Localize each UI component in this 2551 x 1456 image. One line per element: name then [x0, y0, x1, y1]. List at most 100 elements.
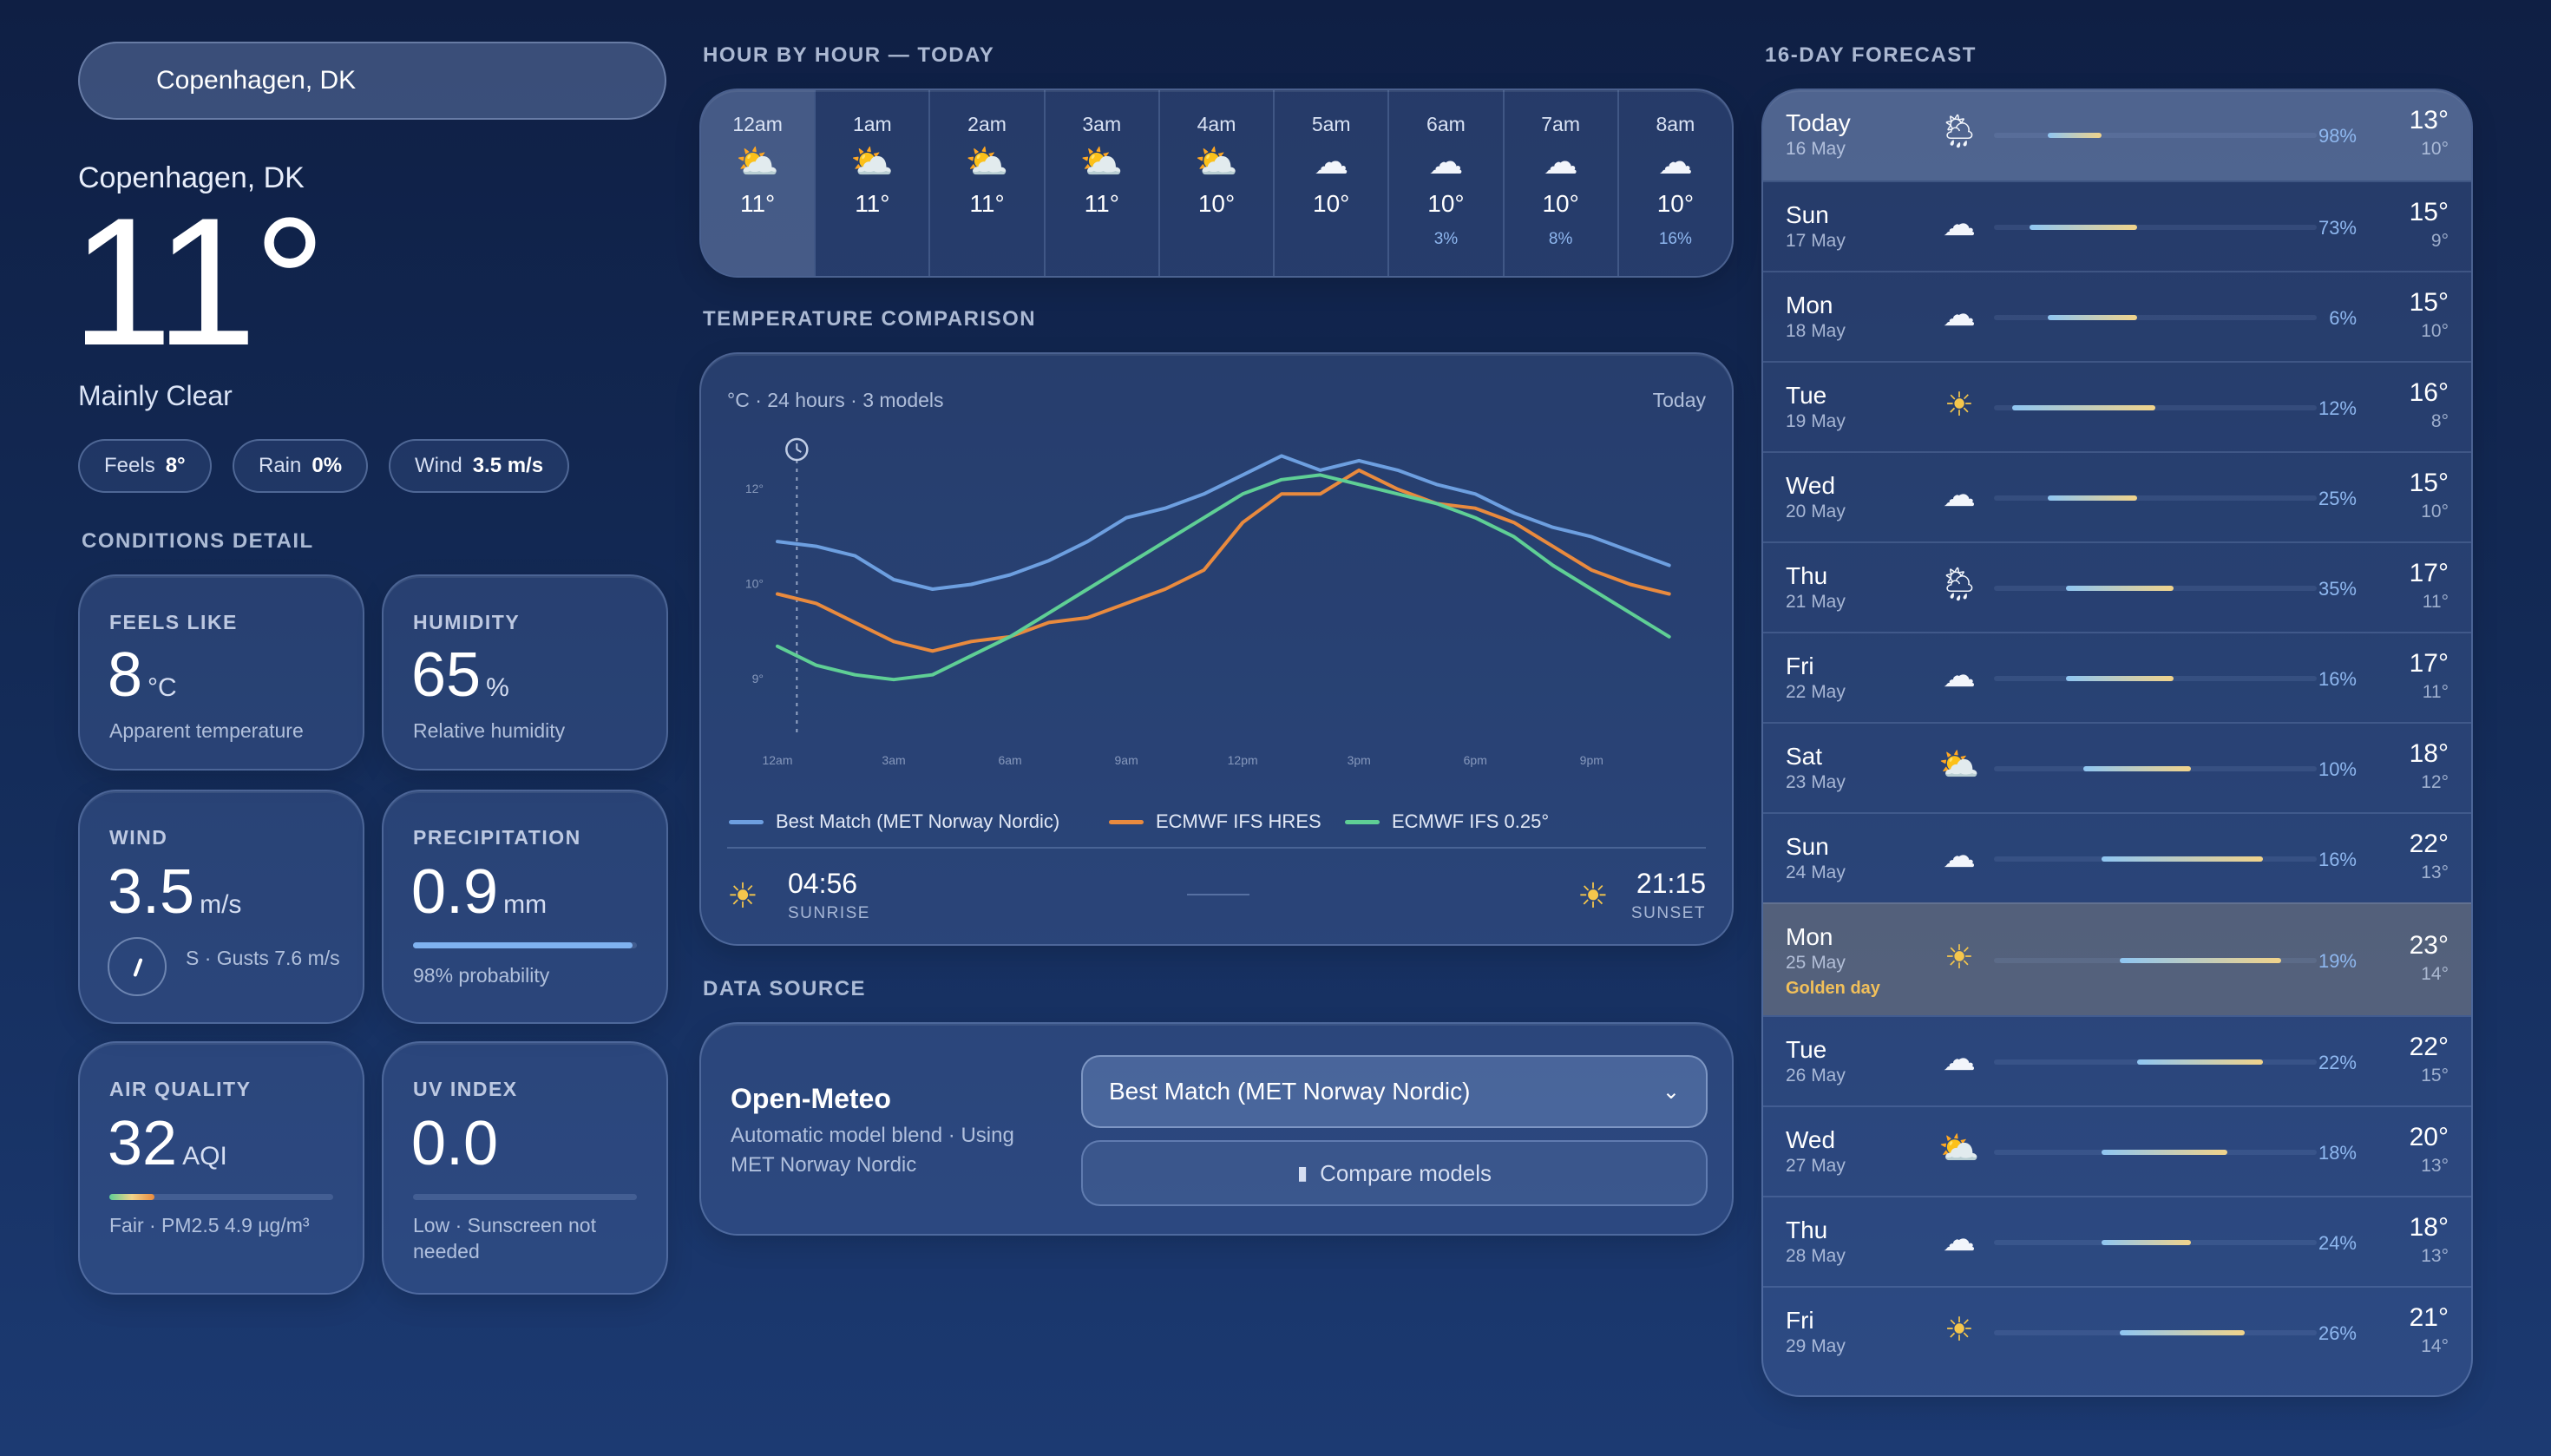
feels-like-value: 8	[108, 640, 143, 710]
rain-pill-value: 0%	[311, 454, 343, 477]
forecast-high: 23°	[2409, 931, 2449, 960]
forecast-day-row[interactable]: Sun 24 May ☁ 16% 22° 13°	[1763, 812, 2471, 902]
legend-item-ecmwf-hres: ECMWF IFS HRES	[1109, 810, 1321, 833]
forecast-day-row[interactable]: Tue 26 May ☁ 22% 22° 15°	[1763, 1015, 2471, 1105]
location-search-value: Copenhagen, DK	[156, 66, 357, 95]
rain-pill-label: Rain	[259, 454, 302, 477]
hour-temp: 10°	[1313, 190, 1350, 217]
wind-value: 3.5	[108, 857, 195, 927]
forecast-day-name: Fri	[1786, 653, 1814, 679]
forecast-day-row[interactable]: Thu 28 May ☁ 24% 18° 13°	[1763, 1196, 2471, 1286]
air-quality-sub: Fair · PM2.5 4.9 µg/m³	[109, 1214, 310, 1236]
air-quality-value-wrap: 32 AQI	[108, 1112, 227, 1175]
forecast-precip: 10%	[2318, 758, 2357, 780]
forecast-day-row[interactable]: Today 16 May 🌦 98% 13° 10°	[1763, 90, 2471, 180]
hour-temp: 11°	[739, 190, 776, 217]
air-quality-fill	[109, 1194, 154, 1200]
hour-column[interactable]: 1am ⛅ 11°	[814, 90, 928, 276]
forecast-day-name: Thu	[1786, 562, 1828, 589]
compare-models-label: Compare models	[1320, 1159, 1492, 1186]
partly-cloudy-icon: ⛅	[1079, 143, 1124, 181]
hourly-strip: 12am ⛅ 11° 1am ⛅ 11° 2am ⛅ 11° 3am ⛅ 11° 4am ⛅ 10° 5am ☁…	[699, 89, 1734, 278]
hour-column[interactable]: 3am ⛅ 11°	[1043, 90, 1158, 276]
forecast-range-bar	[2083, 766, 2192, 771]
forecast-day-name: Wed	[1786, 1126, 1836, 1153]
forecast-range-bar	[2030, 225, 2138, 230]
forecast-day-date: 23 May	[1786, 772, 1846, 792]
x-tick-label: 9am	[1115, 753, 1138, 767]
wind-direction-needle	[133, 957, 143, 978]
forecast-high: 22°	[2409, 1033, 2449, 1061]
forecast-day-row[interactable]: Fri 29 May ☀ 26% 21° 14°	[1763, 1286, 2471, 1376]
hour-precip: 8%	[1548, 230, 1573, 248]
partly-cloudy-icon: ⛅	[736, 143, 780, 181]
hour-column[interactable]: 5am ☁ 10°	[1273, 90, 1387, 276]
rain-pill: Rain 0%	[233, 439, 369, 493]
forecast-low: 11°	[2422, 592, 2449, 612]
forecast-range-bar	[2048, 315, 2138, 320]
humidity-unit: %	[486, 673, 509, 702]
forecast-range-bar	[2048, 133, 2102, 138]
feels-like-card: FEELS LIKE 8 °C Apparent temperature	[78, 574, 364, 771]
forecast-day-row[interactable]: Wed 27 May ⛅ 18% 20° 13°	[1763, 1105, 2471, 1196]
cloud-icon: ☁	[1943, 1222, 1976, 1258]
cloud-icon: ☁	[1314, 143, 1349, 181]
sun-icon: ☀	[1944, 387, 1975, 423]
data-source-description: Automatic model blend · Using MET Norway…	[731, 1124, 1014, 1177]
forecast-day-row[interactable]: Wed 20 May ☁ 25% 15° 10°	[1763, 451, 2471, 541]
forecast-day-row[interactable]: Tue 19 May ☀ 12% 16° 8°	[1763, 361, 2471, 451]
x-tick-label: 9pm	[1580, 753, 1603, 767]
hour-temp: 10°	[1656, 190, 1695, 217]
model-select[interactable]: Best Match (MET Norway Nordic) ⌄	[1081, 1055, 1708, 1128]
forecast-day-name: Fri	[1786, 1307, 1814, 1334]
wind-card: WIND 3.5 m/s S · Gusts 7.6 m/s	[78, 790, 364, 1024]
uv-index-track	[413, 1194, 637, 1200]
cloud-icon: ☁	[1943, 477, 1976, 514]
forecast-day-row[interactable]: Mon 25 May Golden day ☀ 19% 23° 14°	[1763, 902, 2471, 1015]
forecast-range-track	[1994, 1150, 2317, 1155]
forecast-day-row[interactable]: Thu 21 May 🌦 35% 17° 11°	[1763, 541, 2471, 632]
rain-cloud-icon: 🌦	[1938, 114, 1981, 150]
hour-column[interactable]: 7am ☁ 10° 8%	[1502, 90, 1617, 276]
chart-period: Today	[1652, 389, 1706, 411]
feels-like-unit: °C	[148, 673, 177, 702]
hour-column[interactable]: 8am ☁ 10° 16%	[1617, 90, 1732, 276]
chevron-down-icon: ⌄	[1662, 1079, 1680, 1104]
forecast-range-bar	[2102, 1240, 2192, 1245]
forecast-day-date: 17 May	[1786, 231, 1846, 251]
forecast-range-bar	[2048, 495, 2138, 501]
comparison-section-title: TEMPERATURE COMPARISON	[703, 307, 1037, 331]
legend-label-best-match: Best Match (MET Norway Nordic)	[776, 810, 1060, 832]
hour-temp: 10°	[1542, 190, 1579, 217]
hour-column[interactable]: 6am ☁ 10° 3%	[1387, 90, 1502, 276]
forecast-day-row[interactable]: Sat 23 May ⛅ 10% 18° 12°	[1763, 722, 2471, 812]
data-source-section-title: DATA SOURCE	[703, 977, 867, 1000]
forecast-low: 8°	[2430, 411, 2449, 431]
location-search-input[interactable]: Copenhagen, DK	[78, 42, 666, 120]
forecast-high: 18°	[2409, 1213, 2449, 1242]
x-tick-label: 6pm	[1464, 753, 1487, 767]
forecast-day-date: 16 May	[1786, 139, 1846, 159]
hour-column[interactable]: 2am ⛅ 11°	[928, 90, 1043, 276]
cloud-icon: ☁	[1943, 207, 1976, 243]
forecast-day-row[interactable]: Fri 22 May ☁ 16% 17° 11°	[1763, 632, 2471, 722]
partly-cloudy-icon: ⛅	[1938, 1131, 1980, 1167]
forecast-day-row[interactable]: Mon 18 May ☁ 6% 15° 10°	[1763, 271, 2471, 361]
forecast-day-row[interactable]: Sun 17 May ☁ 73% 15° 9°	[1763, 180, 2471, 271]
chart-subtitle: °C · 24 hours · 3 models	[727, 389, 944, 411]
forecast-range-track	[1994, 1240, 2317, 1245]
humidity-value-wrap: 65%	[411, 644, 509, 706]
compare-models-button[interactable]: ▮ Compare models	[1081, 1140, 1708, 1206]
x-tick-label: 12am	[762, 753, 792, 767]
uv-index-sub: Low · Sunscreen not needed	[413, 1214, 596, 1263]
forecast-day-date: 28 May	[1786, 1246, 1846, 1266]
x-tick-label: 12pm	[1228, 753, 1258, 767]
feels-like-value-wrap: 8 °C	[108, 644, 177, 706]
hour-column[interactable]: 4am ⛅ 10°	[1157, 90, 1273, 276]
forecast-day-date: 22 May	[1786, 682, 1846, 702]
hour-time: 6am	[1426, 113, 1466, 135]
hour-column[interactable]: 12am ⛅ 11°	[701, 90, 815, 276]
forecast-precip: 6%	[2329, 307, 2357, 329]
forecast-low: 14°	[2421, 1336, 2449, 1356]
hour-temp: 10°	[1427, 190, 1465, 217]
